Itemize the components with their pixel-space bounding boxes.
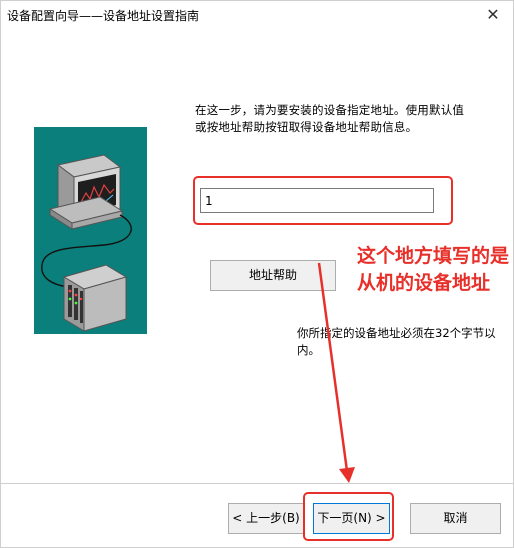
address-help-button[interactable]: 地址帮助	[210, 260, 336, 291]
cancel-button[interactable]: 取消	[410, 503, 501, 534]
close-icon[interactable]: ✕	[483, 5, 503, 25]
window-title: 设备配置向导——设备地址设置指南	[7, 9, 200, 23]
input-highlight-box	[193, 176, 453, 225]
footer-divider	[1, 483, 514, 484]
arrow-head-icon	[339, 467, 355, 483]
instruction-text: 在这一步，请为要安装的设备指定地址。使用默认值或按地址帮助按钮取得设备地址帮助信…	[195, 103, 465, 134]
computer-connected-to-device-icon	[41, 154, 132, 332]
wizard-window: 设备配置向导——设备地址设置指南 ✕ 在这一步，请为要安装的设备指定地址。使用默…	[0, 0, 514, 548]
device-illustration	[34, 127, 147, 334]
title-bar: 设备配置向导——设备地址设置指南 ✕	[1, 1, 513, 29]
back-button[interactable]: < 上一步(B)	[228, 503, 304, 534]
annotation-text: 这个地方填写的是从机的设备地址	[357, 245, 510, 294]
address-note: 你所指定的设备地址必须在32个字节以内。	[297, 326, 496, 357]
next-highlight-box	[303, 492, 394, 541]
